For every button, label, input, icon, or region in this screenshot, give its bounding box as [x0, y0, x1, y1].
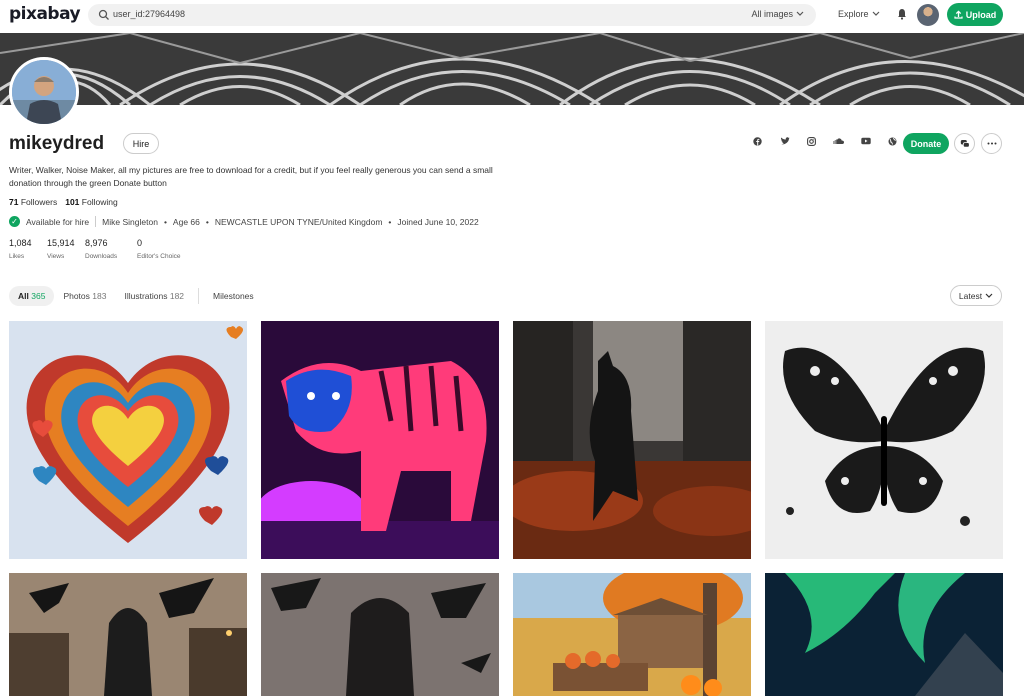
ravens-street-image [9, 573, 247, 696]
chat-icon [960, 139, 970, 147]
location: NEWCASTLE UPON TYNE/United Kingdom [214, 216, 383, 227]
top-navigation: pixabay user_id:27964498 All images Expl… [0, 0, 1024, 30]
following-link[interactable]: 101 Following [65, 197, 117, 207]
profile-stats: 1,084 Likes 15,914 Views 8,976 Downloads 0 E… [9, 238, 207, 260]
tab-count: 365 [31, 291, 46, 301]
upload-button[interactable]: Upload [947, 3, 1003, 26]
tab-label: Illustrations [124, 291, 168, 301]
search-bar[interactable]: user_id:27964498 All images [88, 4, 816, 26]
followers-label: Followers [20, 197, 58, 207]
tab-illustrations[interactable]: Illustrations 182 [115, 286, 193, 306]
search-input[interactable]: user_id:27964498 [113, 9, 185, 19]
image-tile-butterfly[interactable] [765, 321, 1003, 559]
join-date: Joined June 10, 2022 [397, 216, 479, 227]
image-tile-autumn-cart[interactable] [513, 573, 751, 696]
profile-meta: ✓ Available for hire Mike Singleton • Ag… [9, 216, 479, 227]
image-tile-tiger[interactable] [261, 321, 499, 559]
tab-milestones[interactable]: Milestones [204, 286, 263, 306]
bullet: • [388, 216, 392, 227]
profile-banner [0, 33, 1024, 105]
media-type-label: All images [751, 9, 793, 19]
media-tabs: All 365 Photos 183 Illustrations 182 Mil… [9, 286, 263, 306]
profile-avatar[interactable] [9, 57, 79, 127]
profile-photo [12, 60, 76, 124]
divider [95, 216, 97, 227]
chevron-down-icon [796, 11, 804, 16]
stat-views: 15,914 Views [47, 238, 85, 260]
tab-label: All [18, 291, 29, 301]
message-button[interactable] [954, 133, 975, 154]
chevron-down-icon [872, 11, 879, 16]
image-tile-ravens-crowd[interactable] [261, 573, 499, 696]
stat-label: Editor's Choice [137, 253, 181, 260]
followers-count: 71 [9, 197, 19, 207]
image-tile-raven[interactable] [513, 321, 751, 559]
tab-all[interactable]: All 365 [9, 286, 55, 306]
chevron-down-icon [985, 293, 993, 298]
more-options-button[interactable] [981, 133, 1002, 154]
checkmark-icon: ✓ [9, 216, 20, 227]
image-tile-aurora[interactable] [765, 573, 1003, 696]
soundcloud-icon[interactable] [825, 137, 852, 151]
stat-label: Downloads [85, 253, 118, 260]
stat-value: 15,914 [47, 238, 75, 248]
image-tile-heart[interactable] [9, 321, 247, 559]
donate-button[interactable]: Donate [903, 133, 949, 154]
youtube-icon[interactable] [852, 137, 879, 151]
tab-label: Milestones [213, 291, 254, 301]
tab-label: Photos [63, 291, 90, 301]
aurora-image [765, 573, 1003, 696]
bullet: • [163, 216, 167, 227]
stat-value: 8,976 [85, 238, 108, 248]
autumn-cart-image [513, 573, 751, 696]
social-links [744, 137, 906, 151]
upload-label: Upload [965, 9, 997, 20]
tab-count: 182 [169, 291, 185, 301]
pixabay-logo[interactable]: pixabay [9, 4, 81, 24]
heart-painting-image [9, 321, 247, 559]
facebook-icon[interactable] [744, 137, 771, 151]
hire-button[interactable]: Hire [123, 133, 159, 154]
user-avatar[interactable] [917, 4, 939, 26]
availability-status: Available for hire [26, 216, 90, 227]
explore-label: Explore [838, 9, 869, 19]
sort-dropdown[interactable]: Latest [950, 285, 1002, 306]
follow-counts: 71 Followers 101 Following [9, 197, 118, 207]
stat-value: 0 [137, 238, 143, 248]
sort-label: Latest [958, 290, 983, 301]
age: Age 66 [172, 216, 200, 227]
stat-label: Likes [9, 253, 25, 260]
following-count: 101 [65, 197, 80, 207]
notification-bell-icon[interactable] [897, 8, 907, 20]
stat-downloads: 8,976 Downloads [85, 238, 137, 260]
followers-link[interactable]: 71 Followers [9, 197, 57, 207]
explore-menu[interactable]: Explore [838, 9, 880, 19]
stat-likes: 1,084 Likes [9, 238, 47, 260]
banner-pattern [0, 33, 1024, 105]
neon-tiger-image [261, 321, 499, 559]
media-type-dropdown[interactable]: All images [751, 9, 804, 19]
image-tile-ravens-street[interactable] [9, 573, 247, 696]
instagram-icon[interactable] [798, 137, 825, 151]
bullet: • [205, 216, 209, 227]
ravens-crowd-image [261, 573, 499, 696]
tab-count: 183 [92, 291, 107, 301]
profile-bio: Writer, Walker, Noise Maker, all my pict… [9, 165, 493, 188]
real-name: Mike Singleton [102, 216, 158, 227]
following-label: Following [81, 197, 118, 207]
raven-forest-image [513, 321, 751, 559]
more-horizontal-icon [987, 142, 996, 145]
divider [198, 288, 200, 304]
website-icon[interactable] [879, 137, 906, 151]
profile-username: mikeydred [9, 133, 105, 154]
twitter-icon[interactable] [771, 137, 798, 151]
search-icon [98, 9, 109, 20]
upload-icon [954, 10, 963, 19]
stat-editors-choice: 0 Editor's Choice [137, 238, 207, 260]
stat-value: 1,084 [9, 238, 32, 248]
ink-butterfly-image [765, 321, 1003, 559]
tab-photos[interactable]: Photos 183 [54, 286, 115, 306]
stat-label: Views [47, 253, 65, 260]
